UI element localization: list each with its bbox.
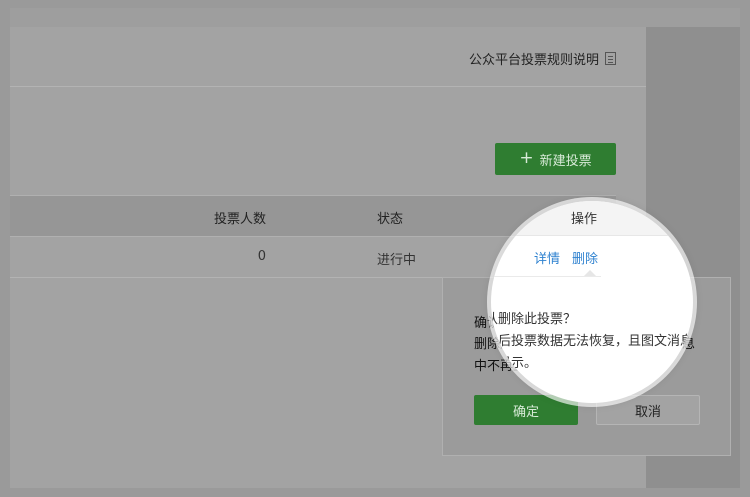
row-status: 进行中 [377, 253, 417, 268]
magnified-header: 操作 [491, 201, 693, 236]
rules-link[interactable]: 公众平台投票规则说明 [469, 49, 616, 68]
magnified-delete-link[interactable]: 删除 [572, 248, 598, 267]
magnifier-callout: 操作 详情 删除 确认删除此投票？ 删除后投票数据无法恢复，且图文消息中不再显示… [491, 201, 693, 403]
document-icon[interactable] [605, 52, 616, 65]
plus-icon: + [519, 147, 534, 168]
magnified-description: 删除后投票数据无法恢复，且图文消息中不再显示。 [491, 334, 693, 371]
magnified-row-divider [491, 276, 601, 277]
magnified-title: 确认删除此投票？ [491, 312, 577, 327]
panel-header: 公众平台投票规则说明 [10, 27, 646, 87]
new-vote-label: 新建投票 [539, 153, 592, 169]
rules-link-text[interactable]: 公众平台投票规则说明 [469, 49, 599, 68]
magnified-popover-caret [584, 270, 596, 276]
new-vote-button[interactable]: + 新建投票 [495, 143, 616, 175]
confirm-button[interactable]: 确定 [474, 395, 578, 425]
row-count: 0 [257, 249, 266, 264]
header-count: 投票人数 [213, 212, 266, 227]
magnified-details-link[interactable]: 详情 [534, 248, 560, 267]
magnified-popover-text: 确认删除此投票？ 删除后投票数据无法恢复，且图文消息中不再显示。 [491, 309, 693, 375]
magnified-ops-header: 操作 [571, 212, 598, 227]
header-status: 状态 [377, 212, 404, 227]
